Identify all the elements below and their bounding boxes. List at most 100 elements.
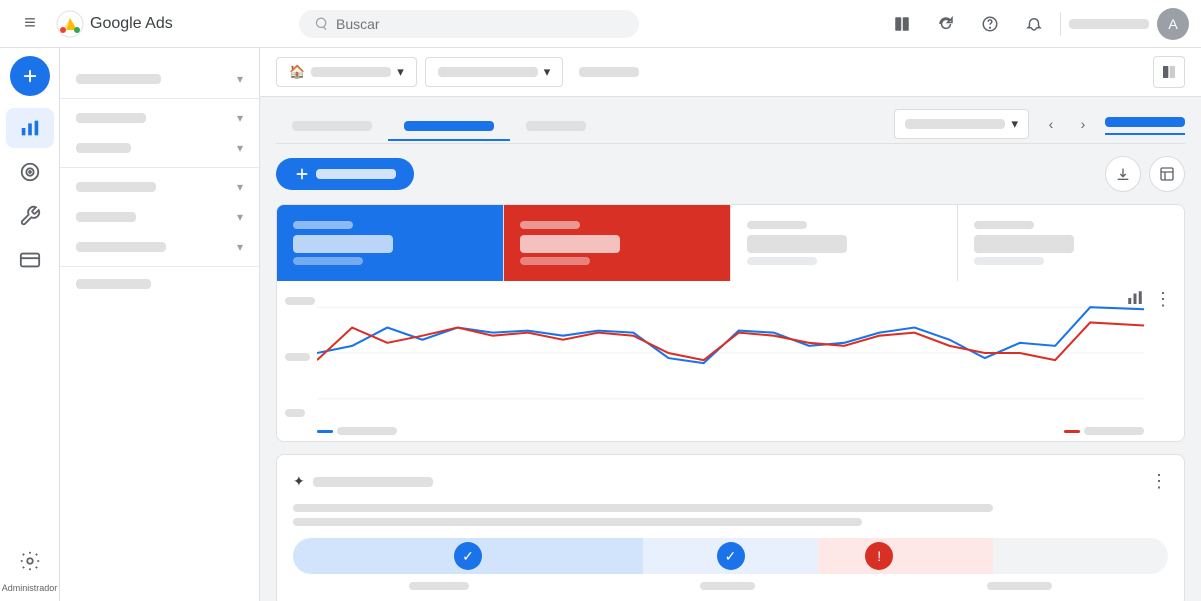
chevron-down-icon-date: ▾ bbox=[544, 64, 551, 80]
download-button[interactable] bbox=[1105, 156, 1141, 192]
table-expand-button[interactable] bbox=[1149, 156, 1185, 192]
metric-cards bbox=[277, 205, 1184, 281]
chart-body: ⋮ bbox=[277, 281, 1184, 441]
nav-label-1 bbox=[76, 74, 161, 84]
refresh-icon bbox=[937, 15, 955, 33]
nav-item-5[interactable]: ▾ bbox=[60, 202, 259, 232]
top-header: ≡ Google Ads A bbox=[0, 0, 1201, 48]
chart-svg bbox=[317, 297, 1144, 409]
notifications-icon-button[interactable] bbox=[1016, 6, 1052, 42]
google-ads-logo-icon bbox=[56, 10, 84, 38]
metric-n2-label bbox=[974, 221, 1034, 229]
sidebar-item-settings[interactable] bbox=[6, 541, 54, 581]
metric-card-blue[interactable] bbox=[277, 205, 504, 281]
account-dropdown[interactable]: 🏠 ▾ bbox=[276, 57, 417, 87]
nav-item-2[interactable]: ▾ bbox=[60, 103, 259, 133]
ai-text-line-2 bbox=[293, 518, 862, 526]
sidebar-bottom: Administrador bbox=[2, 541, 58, 593]
tabs-row: ▾ ‹ › bbox=[276, 109, 1185, 144]
metric-card-red[interactable] bbox=[504, 205, 731, 281]
nav-item-4[interactable]: ▾ bbox=[60, 172, 259, 202]
search-input[interactable] bbox=[336, 16, 625, 32]
nav-label-7 bbox=[76, 279, 151, 289]
panel-collapse-button[interactable] bbox=[1153, 56, 1185, 88]
new-campaign-button[interactable] bbox=[10, 56, 50, 96]
columns-icon-button[interactable] bbox=[884, 6, 920, 42]
download-icon bbox=[1115, 166, 1131, 182]
plus-icon bbox=[21, 67, 39, 85]
legend-blue-label bbox=[337, 427, 397, 435]
content-topbar: 🏠 ▾ ▾ bbox=[260, 48, 1201, 97]
period-next-button[interactable]: › bbox=[1069, 110, 1097, 138]
ai-more-button[interactable]: ⋮ bbox=[1150, 471, 1168, 492]
legend-red bbox=[1064, 427, 1144, 435]
menu-button[interactable]: ≡ bbox=[12, 6, 48, 42]
expand-icon bbox=[1159, 166, 1175, 182]
y-label-bot bbox=[285, 409, 315, 417]
tab-item-2[interactable] bbox=[388, 113, 510, 141]
settings-icon bbox=[19, 550, 41, 572]
sidebar-item-campaigns[interactable] bbox=[6, 108, 54, 148]
metric-card-neutral-1[interactable] bbox=[731, 205, 958, 281]
chevron-down-icon-account: ▾ bbox=[397, 64, 404, 80]
add-item-button[interactable] bbox=[276, 158, 414, 190]
period-prev-button[interactable]: ‹ bbox=[1037, 110, 1065, 138]
metric-blue-value bbox=[293, 235, 393, 253]
topbar-extra-label bbox=[579, 67, 639, 77]
tab-label-2 bbox=[404, 121, 494, 131]
sidebar-item-goals[interactable] bbox=[6, 152, 54, 192]
header-divider bbox=[1060, 12, 1061, 36]
chevron-down-icon-1: ▾ bbox=[237, 72, 243, 86]
date-dropdown[interactable]: ▾ bbox=[425, 57, 564, 87]
nav-label-2 bbox=[76, 113, 146, 123]
nav-label-3 bbox=[76, 143, 131, 153]
sidebar-item-billing[interactable] bbox=[6, 240, 54, 280]
help-icon-button[interactable] bbox=[972, 6, 1008, 42]
goals-icon bbox=[19, 161, 41, 183]
progress-label-2 bbox=[700, 582, 755, 590]
metric-card-neutral-2[interactable] bbox=[958, 205, 1184, 281]
progress-bar: ✓ ✓ ! bbox=[293, 538, 1168, 574]
ai-text-line-1 bbox=[293, 504, 993, 512]
avatar: A bbox=[1157, 8, 1189, 40]
ai-title-placeholder bbox=[313, 477, 433, 487]
nav-item-1[interactable]: ▾ bbox=[60, 64, 259, 94]
campaigns-icon bbox=[19, 117, 41, 139]
content-inner: ▾ ‹ › bbox=[260, 97, 1201, 601]
chart-more-button[interactable]: ⋮ bbox=[1154, 289, 1172, 310]
account-label bbox=[311, 67, 391, 77]
period-label bbox=[905, 119, 1005, 129]
notifications-icon bbox=[1025, 15, 1043, 33]
add-button-row bbox=[276, 156, 1185, 192]
logo-area: Google Ads bbox=[56, 10, 173, 38]
progress-label-1 bbox=[409, 582, 469, 590]
progress-label-3 bbox=[987, 582, 1052, 590]
metric-n2-value bbox=[974, 235, 1074, 253]
chart-legend bbox=[317, 427, 1144, 435]
sidebar-item-tools[interactable] bbox=[6, 196, 54, 236]
tab-label-1 bbox=[292, 121, 372, 131]
metric-n1-label bbox=[747, 221, 807, 229]
ai-section-header: ✦ ⋮ bbox=[293, 471, 1168, 492]
content-area: 🏠 ▾ ▾ bbox=[260, 48, 1201, 601]
chevron-down-icon-period: ▾ bbox=[1011, 116, 1018, 132]
tab-item-3[interactable] bbox=[510, 113, 602, 141]
help-icon bbox=[981, 15, 999, 33]
period-selector[interactable]: ▾ bbox=[894, 109, 1029, 139]
y-label-top bbox=[285, 297, 315, 305]
nav-item-3[interactable]: ▾ bbox=[60, 133, 259, 163]
legend-red-label bbox=[1084, 427, 1144, 435]
nav-item-6[interactable]: ▾ bbox=[60, 232, 259, 262]
search-bar[interactable] bbox=[299, 10, 639, 38]
nav-item-7[interactable] bbox=[60, 271, 259, 297]
add-button-label bbox=[316, 169, 396, 179]
left-nav: ▾ ▾ ▾ ▾ bbox=[60, 48, 260, 601]
tab-label-3 bbox=[526, 121, 586, 131]
refresh-icon-button[interactable] bbox=[928, 6, 964, 42]
chevron-down-icon-3: ▾ bbox=[237, 141, 243, 155]
tab-item-1[interactable] bbox=[276, 113, 388, 141]
period-link[interactable] bbox=[1105, 113, 1185, 135]
chevron-down-icon-5: ▾ bbox=[237, 210, 243, 224]
billing-icon bbox=[19, 249, 41, 271]
period-nav: ‹ › bbox=[1037, 110, 1097, 138]
